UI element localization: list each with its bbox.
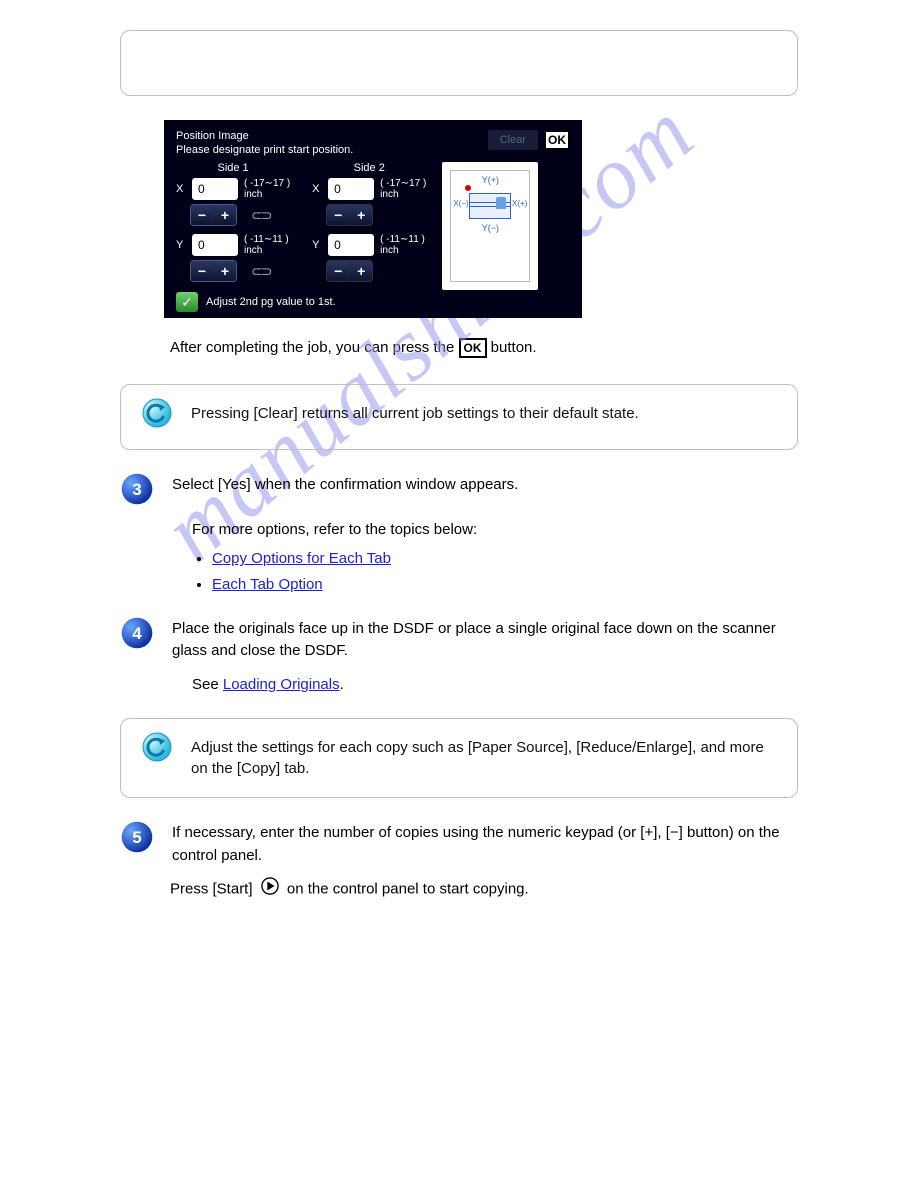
continue-before: Press [Start] <box>170 881 253 898</box>
side1-x-minus[interactable]: − <box>191 205 214 225</box>
step3-text: Select [Yes] when the confirmation windo… <box>172 474 518 497</box>
side1-y-range: ( -11∼11 ) <box>244 234 289 245</box>
inline-ok-icon: OK <box>459 338 487 358</box>
step5-text: If necessary, enter the number of copies… <box>172 822 798 867</box>
side1-x-range: ( -17∼17 ) <box>244 178 290 189</box>
side2-x-range: ( -17∼17 ) <box>380 178 426 189</box>
origin-dot-icon <box>465 185 471 191</box>
side2-y-unit: inch <box>380 245 398 256</box>
link-each-tab[interactable]: Each Tab Option <box>212 576 323 593</box>
axis-y2: Y <box>312 239 322 251</box>
svg-text:4: 4 <box>132 624 142 643</box>
side1-x-plus[interactable]: + <box>214 205 236 225</box>
side2-label: Side 2 <box>312 162 426 174</box>
step4-sub-see: See <box>192 676 223 693</box>
side1-label: Side 1 <box>176 162 290 174</box>
side1-y-unit: inch <box>244 245 262 256</box>
side2-y-range: ( -11∼11 ) <box>380 234 425 245</box>
link-icon-x[interactable]: ⊂⊃ <box>251 207 270 224</box>
axis-x2: X <box>312 183 322 195</box>
link-icon-y[interactable]: ⊂⊃ <box>251 263 270 280</box>
step-badge-4: 4 <box>120 616 154 650</box>
continue-after: on the control panel to start copying. <box>287 881 529 898</box>
side2-x-unit: inch <box>380 189 398 200</box>
x-plus-label: X(+) <box>512 199 527 208</box>
ok-button[interactable]: OK <box>544 130 570 150</box>
hint1-text: Pressing [Clear] returns all current job… <box>191 403 775 424</box>
start-icon <box>261 877 279 902</box>
after-shot-after: button. <box>491 339 537 356</box>
step-badge-3: 3 <box>120 472 154 506</box>
side2-x-minus[interactable]: − <box>327 205 350 225</box>
side2-y-plus[interactable]: + <box>350 261 372 281</box>
info-box-top <box>120 30 798 96</box>
hint-icon-2 <box>141 731 173 763</box>
axis-x: X <box>176 183 186 195</box>
side1-x-input[interactable] <box>192 178 238 200</box>
clear-button[interactable]: Clear <box>488 130 538 150</box>
side1-y-minus[interactable]: − <box>191 261 214 281</box>
after-shot-before: After completing the job, you can press … <box>170 339 454 356</box>
device-screen: Position Image Please designate print st… <box>164 120 582 318</box>
side1-y-input[interactable] <box>192 234 238 256</box>
side2-y-input[interactable] <box>328 234 374 256</box>
adjust-checkbox[interactable]: ✓ <box>176 292 198 312</box>
side2-x-plus[interactable]: + <box>350 205 372 225</box>
hint2-text: Adjust the settings for each copy such a… <box>191 737 775 779</box>
x-minus-label: X(−) <box>453 199 468 208</box>
step4-text: Place the originals face up in the DSDF … <box>172 618 798 663</box>
side1-x-unit: inch <box>244 189 262 200</box>
preview-pane: Y(+) X(−) X(+) Y(−) <box>442 162 538 290</box>
side2-x-input[interactable] <box>328 178 374 200</box>
y-plus-label: Y(+) <box>482 175 499 185</box>
axis-y: Y <box>176 239 186 251</box>
side2-y-minus[interactable]: − <box>327 261 350 281</box>
svg-text:3: 3 <box>132 480 141 499</box>
step3-sub-intro: For more options, refer to the topics be… <box>192 518 798 541</box>
link-loading-originals[interactable]: Loading Originals <box>223 676 340 693</box>
hint-icon <box>141 397 173 429</box>
svg-text:5: 5 <box>132 828 141 847</box>
side1-y-plus[interactable]: + <box>214 261 236 281</box>
link-copy-options[interactable]: Copy Options for Each Tab <box>212 550 391 567</box>
y-minus-label: Y(−) <box>482 223 499 233</box>
hint-box-1: Pressing [Clear] returns all current job… <box>120 384 798 450</box>
hint-box-2: Adjust the settings for each copy such a… <box>120 718 798 798</box>
screen-subtitle: Please designate print start position. <box>176 144 353 156</box>
adjust-label: Adjust 2nd pg value to 1st. <box>206 296 336 308</box>
screen-title: Position Image <box>176 130 353 142</box>
step-badge-5: 5 <box>120 820 154 854</box>
